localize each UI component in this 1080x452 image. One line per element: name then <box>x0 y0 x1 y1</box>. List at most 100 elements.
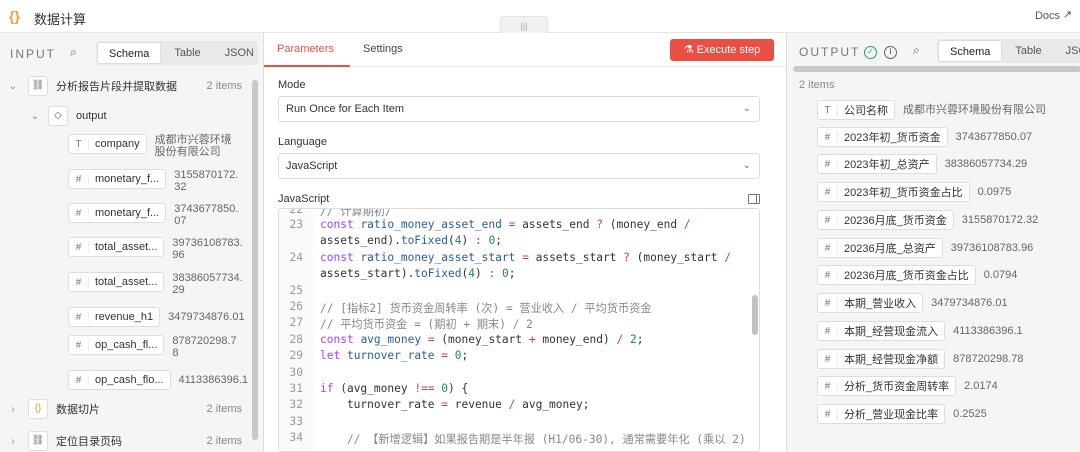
line-number: 28 <box>289 333 303 346</box>
output-view-switch: Schema Table JSON <box>937 39 1080 63</box>
code-line: if (avg_money !== 0) { <box>320 382 469 395</box>
output-label: OUTPUT <box>799 45 861 59</box>
info-icon[interactable]: i <box>884 46 897 59</box>
schema-field[interactable]: #2023年初_货币资金 3743677850.07 <box>817 127 1032 147</box>
text-type-icon: T <box>69 138 89 150</box>
tree-node-label: 定位目录页码 <box>56 436 122 448</box>
line-number: 25 <box>289 284 303 297</box>
table-view-tab[interactable]: Table <box>1004 40 1052 62</box>
number-type-icon: # <box>818 408 838 420</box>
schema-field[interactable]: #20236月底_总资产 39736108783.96 <box>817 238 1033 258</box>
output-horizontal-scrollbar[interactable] <box>793 66 1080 72</box>
search-icon[interactable]: ⌕ <box>913 43 920 58</box>
tree-node-label: 分析报告片段并提取数据 <box>56 81 177 93</box>
schema-field[interactable]: # 分析_营业现金比率 0.2525 <box>817 404 987 424</box>
mode-value: Run Once for Each Item <box>286 103 404 115</box>
expand-editor-icon[interactable] <box>748 194 760 204</box>
search-icon[interactable]: ⌕ <box>70 45 77 60</box>
line-number: 33 <box>289 415 303 428</box>
language-select[interactable]: JavaScript ⌄ <box>278 153 760 179</box>
line-number: 30 <box>289 366 303 379</box>
chevron-right-icon[interactable]: › <box>6 436 20 447</box>
field-name: 2023年初_总资产 <box>844 159 930 171</box>
schema-field[interactable]: #20236月底_货币资金占比 0.0794 <box>817 265 1017 285</box>
field-name: 20236月底_货币资金 <box>844 215 947 227</box>
schema-field[interactable]: # 本期_经营现金流入 4113386396.1 <box>817 321 1023 341</box>
line-number: 34 <box>289 431 303 444</box>
number-type-icon: # <box>69 173 89 185</box>
schema-field[interactable]: # op_cash_fl... 878720298.78 <box>68 335 242 359</box>
schema-field[interactable]: # monetary_f... 3155870172.32 <box>68 169 244 193</box>
chevron-down-icon[interactable]: ⌄ <box>6 81 20 92</box>
number-type-icon: # <box>818 325 838 337</box>
mode-select[interactable]: Run Once for Each Item ⌄ <box>278 96 760 122</box>
chevron-down-icon[interactable]: ⌄ <box>28 111 42 122</box>
line-number: 31 <box>289 382 303 395</box>
json-view-tab[interactable]: JSON <box>1055 40 1080 62</box>
tab-parameters[interactable]: Parameters <box>277 43 334 55</box>
tree-node[interactable]: › {} 数据切片 2 items <box>6 398 256 420</box>
field-value: 39736108783.96 <box>172 237 243 261</box>
schema-field[interactable]: # total_asset... 39736108783.96 <box>68 237 248 261</box>
number-type-icon: # <box>818 186 838 198</box>
input-scrollbar[interactable] <box>252 80 258 440</box>
external-link-icon[interactable]: ↗ <box>1063 8 1072 21</box>
schema-field[interactable]: #20236月底_货币资金 3155870172.32 <box>817 210 1038 230</box>
schema-field[interactable]: #2023年初_总资产 38386057734.29 <box>817 154 1027 174</box>
flask-icon: ⚗ <box>683 44 697 56</box>
field-name: revenue_h1 <box>95 311 154 323</box>
text-type-icon: T <box>818 104 838 116</box>
code-line: assets_start).toFixed(4) : 0; <box>320 267 516 280</box>
schema-field[interactable]: # 本期_经营现金净额 878720298.78 <box>817 349 1023 369</box>
schema-field[interactable]: # monetary_f... 3743677850.07 <box>68 203 244 227</box>
schema-field[interactable]: # 分析_货币资金周转率 2.0174 <box>817 376 998 396</box>
field-value: 4113386396.1 <box>178 374 249 386</box>
number-type-icon: # <box>818 269 838 281</box>
json-view-tab[interactable]: JSON <box>214 42 265 64</box>
code-line: const ratio_money_asset_end = assets_end… <box>320 218 691 231</box>
code-line: turnover_rate = revenue / avg_money; <box>320 398 590 411</box>
schema-field[interactable]: # total_asset... 38386057734.29 <box>68 272 248 296</box>
success-check-icon: ✓ <box>864 46 877 59</box>
execute-step-button[interactable]: ⚗ Execute step <box>670 39 774 61</box>
schema-field[interactable]: Tcompany 成都市兴蓉环境股份有限公司 <box>68 134 235 158</box>
code-scrollbar[interactable] <box>752 295 758 335</box>
parameter-tabs: Parameters Settings ⚗ Execute step <box>264 33 786 67</box>
schema-view-tab[interactable]: Schema <box>97 42 162 64</box>
schema-field[interactable]: # op_cash_flo... 4113386396.1 <box>68 370 259 390</box>
field-value: 0.0975 <box>977 186 1012 198</box>
number-type-icon: # <box>818 297 838 309</box>
number-type-icon: # <box>69 374 89 386</box>
tree-node[interactable]: ⌄ ◇ output <box>28 105 107 127</box>
tab-settings[interactable]: Settings <box>363 43 403 55</box>
schema-field[interactable]: #2023年初_货币资金占比 0.0975 <box>817 182 1011 202</box>
field-name: 20236月底_货币资金占比 <box>844 270 969 282</box>
field-name: op_cash_flo... <box>95 374 164 386</box>
field-name: total_asset... <box>95 276 158 288</box>
docs-link[interactable]: Docs <box>1035 10 1060 22</box>
schema-field[interactable]: # revenue_h1 3479734876.01 <box>68 307 248 327</box>
code-line: // [指标2] 货币资金周转率 (次) = 营业收入 / 平均货币资金 <box>320 302 652 315</box>
tree-node[interactable]: ⌄ ⛓ 分析报告片段并提取数据 2 items <box>6 75 256 97</box>
schema-field[interactable]: T 公司名称 成都市兴蓉环境股份有限公司 <box>817 100 1046 120</box>
execute-step-label: Execute step <box>696 44 761 56</box>
field-value: 3155870172.32 <box>174 169 239 193</box>
tree-node[interactable]: › ⛓ 定位目录页码 2 items <box>6 430 256 452</box>
schema-field[interactable]: # 本期_营业收入 3479734876.01 <box>817 293 1008 313</box>
chevron-right-icon[interactable]: › <box>6 404 20 415</box>
code-editor[interactable]: 22 // 计算期初/ 23 const ratio_money_asset_e… <box>278 208 760 452</box>
number-type-icon: # <box>818 242 838 254</box>
field-name: 公司名称 <box>844 105 888 117</box>
item-count: 2 items <box>206 80 242 92</box>
item-count: 2 items <box>206 435 242 447</box>
table-view-tab[interactable]: Table <box>163 42 211 64</box>
chevron-down-icon: ⌄ <box>742 160 751 171</box>
field-name: 分析_营业现金比率 <box>844 409 939 421</box>
item-count: 2 items <box>206 403 242 415</box>
node-title[interactable]: 数据计算 <box>34 9 86 28</box>
input-view-switch: Schema Table JSON <box>96 41 258 65</box>
language-label: Language <box>278 136 327 148</box>
code-node-icon: {} <box>9 8 20 24</box>
field-name: 本期_经营现金流入 <box>844 326 939 338</box>
schema-view-tab[interactable]: Schema <box>938 40 1003 62</box>
